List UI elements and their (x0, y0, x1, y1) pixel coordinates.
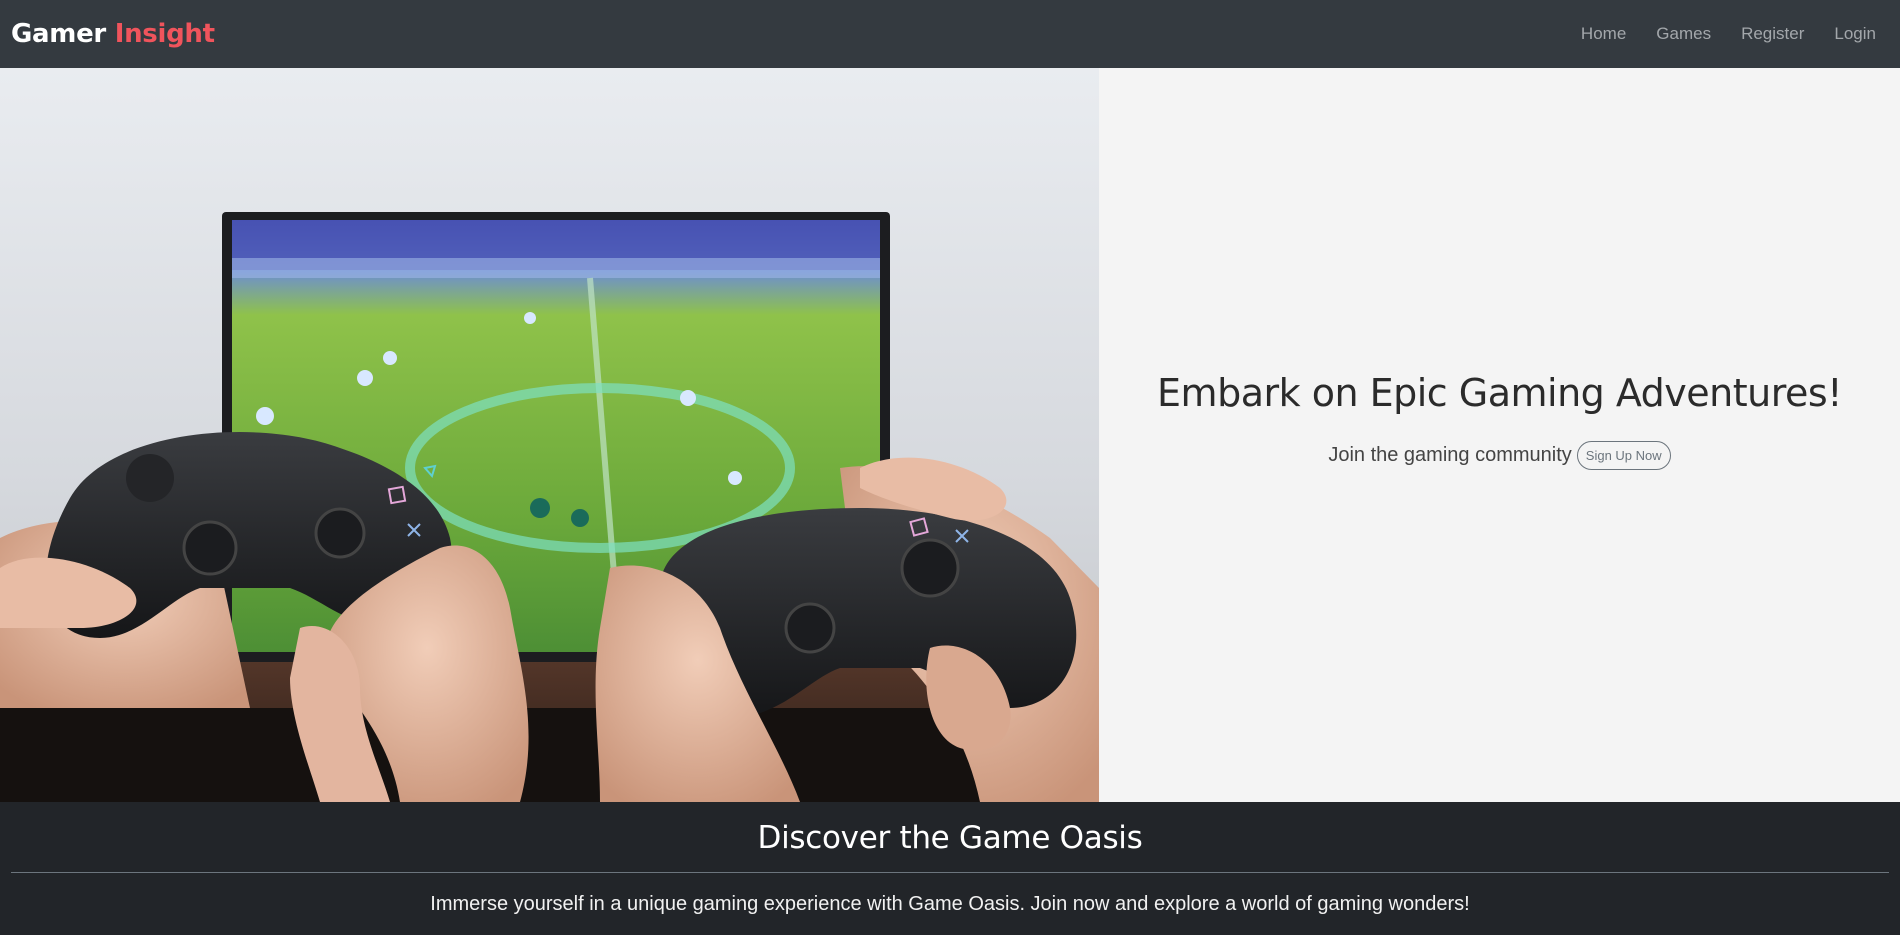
brand-primary: Gamer (11, 19, 106, 49)
nav-link-login[interactable]: Login (1819, 0, 1888, 68)
hero-section: Embark on Epic Gaming Adventures! Join t… (0, 68, 1900, 802)
hero-text-panel: Embark on Epic Gaming Adventures! Join t… (1099, 68, 1900, 802)
hero-subtitle-row: Join the gaming community Sign Up Now (1328, 440, 1671, 470)
hero-title: Embark on Epic Gaming Adventures! (1157, 370, 1842, 415)
hero-image (0, 68, 1099, 802)
oasis-description: Immerse yourself in a unique gaming expe… (430, 893, 1470, 915)
navbar: Gamer Insight Home Games Register Login (0, 0, 1900, 68)
hero-illustration (0, 68, 1099, 802)
game-oasis-section: Discover the Game Oasis Immerse yourself… (0, 802, 1900, 935)
brand-logo[interactable]: Gamer Insight (11, 19, 215, 49)
nav-link-games[interactable]: Games (1641, 0, 1726, 68)
sign-up-button[interactable]: Sign Up Now (1576, 440, 1671, 470)
nav-link-home[interactable]: Home (1566, 0, 1641, 68)
section-divider (11, 872, 1889, 873)
hero-subtitle: Join the gaming community (1328, 443, 1572, 466)
nav-link-register[interactable]: Register (1726, 0, 1819, 68)
oasis-title: Discover the Game Oasis (757, 820, 1143, 856)
nav-links: Home Games Register Login (1566, 0, 1888, 68)
brand-accent: Insight (114, 19, 215, 49)
